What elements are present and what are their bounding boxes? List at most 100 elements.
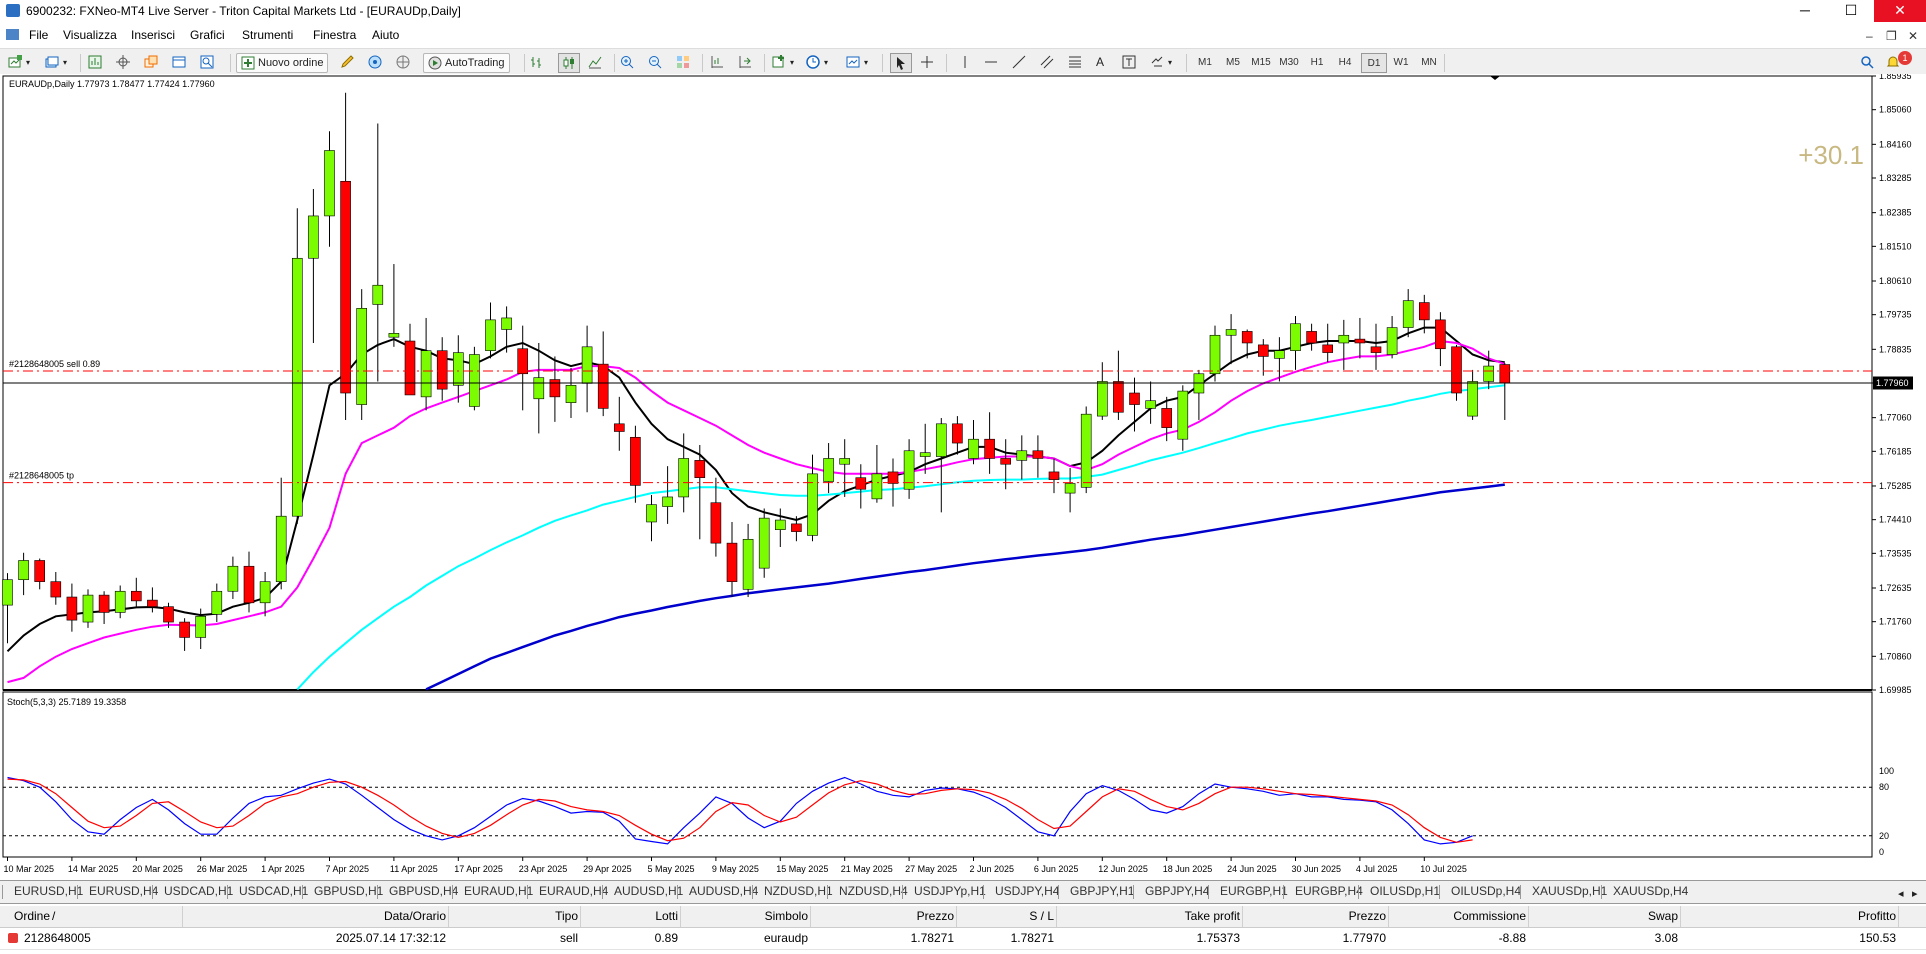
column-header-lots[interactable]: Lotti: [582, 909, 678, 923]
timeframe-w1[interactable]: W1: [1389, 53, 1413, 71]
column-separator[interactable]: [956, 906, 957, 927]
fibonacci-icon[interactable]: [1068, 53, 1082, 71]
child-restore-button[interactable]: ❐: [1886, 29, 1897, 43]
column-separator[interactable]: [1898, 906, 1899, 927]
column-separator[interactable]: [810, 906, 811, 927]
chart-tab[interactable]: AUDUSD,H1: [614, 884, 683, 898]
column-separator[interactable]: [580, 906, 581, 927]
child-close-button[interactable]: ✕: [1908, 29, 1918, 43]
close-button[interactable]: ✕: [1874, 0, 1926, 22]
equidistant-channel-icon[interactable]: [1040, 53, 1054, 71]
indicators-dropdown-icon[interactable]: ▾: [790, 53, 794, 71]
column-header-current-price[interactable]: Prezzo: [1244, 909, 1386, 923]
signals-icon[interactable]: [368, 53, 382, 71]
menu-finestra[interactable]: Finestra: [313, 28, 356, 42]
column-header-datetime[interactable]: Data/Orario: [190, 909, 446, 923]
timeframe-h4[interactable]: H4: [1333, 53, 1357, 71]
column-separator[interactable]: [182, 906, 183, 927]
crosshair-data-icon[interactable]: [116, 53, 130, 71]
chart-tab[interactable]: USDCAD,H1: [239, 884, 308, 898]
search-icon[interactable]: [1860, 53, 1874, 71]
text-tool-icon[interactable]: A: [1096, 53, 1104, 71]
chart-tab[interactable]: XAUUSDp,H4: [1613, 884, 1688, 898]
arrows-dropdown-icon[interactable]: ▾: [1168, 53, 1172, 71]
tile-windows-icon[interactable]: [676, 53, 690, 71]
child-minimize-button[interactable]: –: [1866, 29, 1873, 43]
timeframe-m5[interactable]: M5: [1221, 53, 1245, 71]
periods-dropdown-icon[interactable]: ▾: [824, 53, 828, 71]
templates-icon[interactable]: [846, 53, 860, 71]
zoom-in-icon[interactable]: [620, 53, 634, 71]
horizontal-line-icon[interactable]: [984, 53, 998, 71]
chart-tab[interactable]: USDCAD,H1: [164, 884, 233, 898]
cursor-icon[interactable]: [890, 53, 912, 73]
chart-tab[interactable]: EURAUD,H4: [539, 884, 608, 898]
column-header-profit[interactable]: Profitto: [1682, 909, 1896, 923]
market-watch-icon[interactable]: [88, 53, 102, 71]
trendline-icon[interactable]: [1012, 53, 1026, 71]
text-label-icon[interactable]: [1122, 53, 1136, 71]
timeframe-mn[interactable]: MN: [1417, 53, 1441, 71]
minimize-button[interactable]: ─: [1782, 0, 1828, 22]
chart-tab[interactable]: EURGBP,H1: [1220, 884, 1288, 898]
vertical-line-icon[interactable]: [958, 53, 972, 71]
profiles-dropdown-icon[interactable]: ▾: [63, 53, 67, 71]
column-separator[interactable]: [1528, 906, 1529, 927]
indicators-icon[interactable]: [772, 53, 786, 71]
navigator-icon[interactable]: [144, 53, 158, 71]
column-header-stop-loss[interactable]: S / L: [958, 909, 1054, 923]
chart-tab[interactable]: GBPJPY,H4: [1145, 884, 1209, 898]
candlestick-chart-icon[interactable]: [558, 53, 580, 73]
chart-tab[interactable]: EURUSD,H1: [14, 884, 83, 898]
maximize-button[interactable]: ☐: [1828, 0, 1874, 22]
autotrading-button[interactable]: AutoTrading: [423, 53, 510, 73]
terminal-icon[interactable]: [172, 53, 186, 71]
crosshair-icon[interactable]: [920, 53, 934, 71]
column-separator[interactable]: [1680, 906, 1681, 927]
new-order-button[interactable]: Nuovo ordine: [236, 53, 329, 73]
timeframe-m1[interactable]: M1: [1193, 53, 1217, 71]
chart-tab[interactable]: USDJPYp,H1: [914, 884, 986, 898]
periods-icon[interactable]: [806, 53, 820, 71]
new-chart-dropdown-icon[interactable]: ▾: [26, 53, 30, 71]
timeframe-m30[interactable]: M30: [1277, 53, 1301, 71]
tabs-scroll-left-icon[interactable]: ◂: [1898, 884, 1904, 902]
chart-tab[interactable]: GBPUSD,H4: [389, 884, 458, 898]
auto-scroll-icon[interactable]: [738, 53, 752, 71]
menu-strumenti[interactable]: Strumenti: [242, 28, 293, 42]
zoom-out-icon[interactable]: [648, 53, 662, 71]
chart-shift-icon[interactable]: [710, 53, 724, 71]
menu-visualizza[interactable]: Visualizza: [63, 28, 117, 42]
new-chart-icon[interactable]: [8, 53, 22, 71]
chart-tab[interactable]: NZDUSD,H4: [839, 884, 908, 898]
timeframe-m15[interactable]: M15: [1249, 53, 1273, 71]
chart-tab[interactable]: OILUSDp,H4: [1451, 884, 1521, 898]
chart-tab[interactable]: NZDUSD,H1: [764, 884, 833, 898]
market-icon[interactable]: [396, 53, 410, 71]
column-header-type[interactable]: Tipo: [450, 909, 578, 923]
column-header-swap[interactable]: Swap: [1530, 909, 1678, 923]
column-separator[interactable]: [680, 906, 681, 927]
column-header-commission[interactable]: Commissione: [1390, 909, 1526, 923]
column-header-order[interactable]: Ordine: [14, 909, 190, 923]
timeframe-d1[interactable]: D1: [1361, 53, 1387, 73]
column-separator[interactable]: [448, 906, 449, 927]
chart-tab[interactable]: GBPJPY,H1: [1070, 884, 1134, 898]
column-separator[interactable]: [1242, 906, 1243, 927]
chart-tab[interactable]: EURGBP,H4: [1295, 884, 1363, 898]
chart-tab[interactable]: EURUSD,H4: [89, 884, 158, 898]
column-separator[interactable]: [1388, 906, 1389, 927]
tabs-scroll-right-icon[interactable]: ▸: [1912, 884, 1918, 902]
chart-tab[interactable]: USDJPY,H4: [995, 884, 1059, 898]
timeframe-h1[interactable]: H1: [1305, 53, 1329, 71]
metaeditor-icon[interactable]: [340, 53, 354, 71]
arrows-icon[interactable]: [1150, 53, 1164, 71]
chart-tab[interactable]: OILUSDp,H1: [1370, 884, 1440, 898]
column-header-take-profit[interactable]: Take profit: [1058, 909, 1240, 923]
chart-tab[interactable]: GBPUSD,H1: [314, 884, 383, 898]
chart-tab[interactable]: EURAUD,H1: [464, 884, 533, 898]
menu-inserisci[interactable]: Inserisci: [131, 28, 175, 42]
line-chart-icon[interactable]: [588, 53, 602, 71]
menu-grafici[interactable]: Grafici: [190, 28, 225, 42]
column-header-open-price[interactable]: Prezzo: [812, 909, 954, 923]
